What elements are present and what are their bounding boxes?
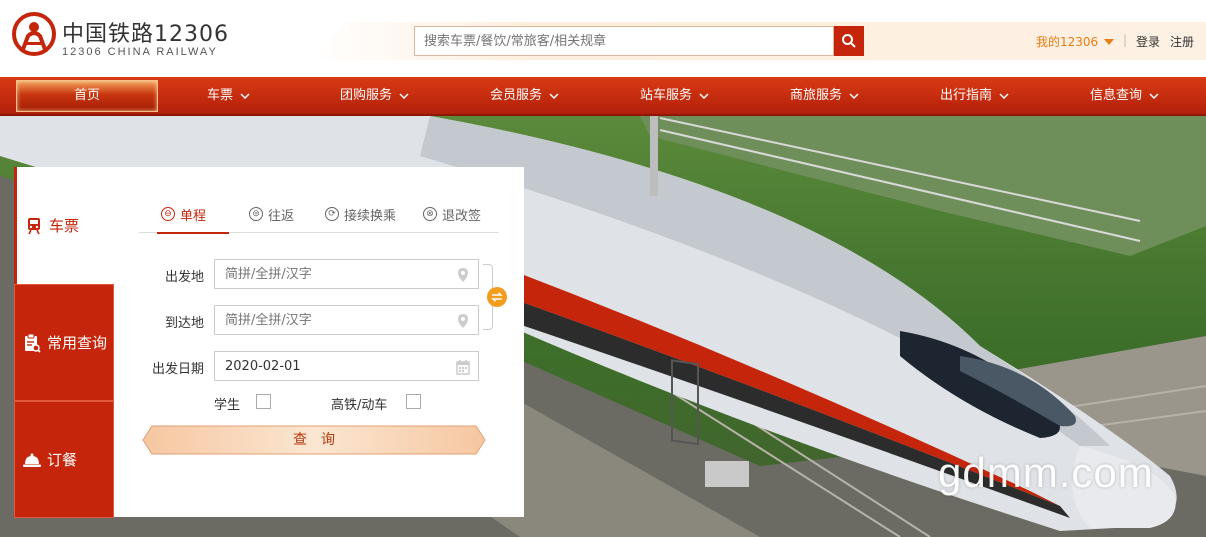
from-station-input[interactable] — [215, 260, 478, 288]
header-separator: | — [1123, 33, 1128, 47]
tab-refund-change[interactable]: ⊗ 退改签 — [423, 205, 481, 233]
student-checkbox[interactable] — [256, 394, 271, 409]
chevron-down-icon — [549, 92, 559, 99]
query-button-label: 查询 — [293, 432, 349, 448]
high-speed-checkbox[interactable] — [406, 394, 421, 409]
calendar-icon[interactable] — [456, 359, 470, 375]
search-button[interactable] — [834, 26, 864, 56]
nav-item-label: 会员服务 — [490, 88, 543, 103]
from-station-field[interactable] — [214, 259, 479, 289]
site-search-field[interactable] — [414, 26, 834, 56]
brand-subtitle: 12306 CHINA RAILWAY — [62, 46, 218, 58]
trip-tab-label: 单程 — [180, 209, 207, 224]
tab-one-way[interactable]: ⊖ 单程 — [157, 205, 229, 234]
chevron-down-icon — [240, 92, 250, 99]
my-account-menu[interactable]: 我的12306 — [1036, 33, 1115, 50]
from-station-label: 出发地 — [164, 270, 204, 285]
header: 中国铁路12306 12306 CHINA RAILWAY 我的12306 | … — [0, 0, 1206, 77]
tab-transfer[interactable]: ⟳ 接续换乘 — [325, 205, 396, 233]
railway-logo-icon[interactable] — [12, 12, 56, 56]
nav-item-label: 出行指南 — [940, 88, 993, 103]
ticket-booking-panel: ⊖ 单程 ⊜ 往返 ⟳ 接续换乘 ⊗ 退改签 出发地 到达地 — [114, 167, 524, 517]
food-cover-icon — [23, 453, 41, 467]
query-button[interactable]: 查询 — [142, 425, 486, 455]
location-pin-icon — [458, 268, 468, 282]
high-speed-label: 高铁/动车 — [331, 398, 388, 413]
cancel-circle-icon: ⊗ — [423, 207, 437, 221]
depart-date-field[interactable] — [214, 351, 479, 381]
nav-item-tickets[interactable]: 车票 — [207, 77, 250, 114]
chevron-down-icon — [999, 92, 1009, 99]
nav-item-label: 商旅服务 — [790, 88, 843, 103]
side-tab-tickets[interactable]: 车票 — [14, 167, 116, 284]
login-link[interactable]: 登录 — [1136, 33, 1160, 50]
nav-item-station-service[interactable]: 站车服务 — [640, 77, 709, 114]
register-link[interactable]: 注册 — [1170, 33, 1194, 50]
side-tab-label: 常用查询 — [47, 334, 108, 352]
tab-round-trip[interactable]: ⊜ 往返 — [249, 205, 294, 233]
depart-date-label: 出发日期 — [151, 362, 204, 377]
swap-arrows-icon — [491, 292, 503, 302]
nav-item-label: 首页 — [73, 88, 100, 103]
nav-item-info-query[interactable]: 信息查询 — [1090, 77, 1159, 114]
chevron-down-icon — [1149, 92, 1159, 99]
to-station-field[interactable] — [214, 305, 479, 335]
to-station-label: 到达地 — [164, 316, 204, 331]
clipboard-search-icon — [25, 333, 41, 353]
minus-circle-icon: ⊖ — [161, 207, 175, 221]
nav-item-business-travel[interactable]: 商旅服务 — [790, 77, 859, 114]
depart-date-input[interactable] — [215, 352, 478, 380]
side-tab-common-query[interactable]: 常用查询 — [14, 284, 114, 401]
caret-down-icon — [1104, 38, 1115, 45]
side-tab-meal-order[interactable]: 订餐 — [14, 401, 114, 518]
location-pin-icon — [458, 314, 468, 328]
nav-item-label: 车票 — [207, 88, 234, 103]
trip-type-tabs: ⊖ 单程 ⊜ 往返 ⟳ 接续换乘 ⊗ 退改签 — [139, 205, 499, 234]
booking-side-tabs: 车票 常用查询 订餐 — [14, 167, 116, 518]
site-search-input[interactable] — [415, 27, 833, 55]
nav-item-label: 站车服务 — [640, 88, 693, 103]
side-tab-label: 车票 — [49, 217, 80, 235]
equal-circle-icon: ⊜ — [249, 207, 263, 221]
trip-tab-label: 往返 — [268, 209, 295, 224]
nav-item-home[interactable]: 首页 — [16, 80, 158, 112]
refresh-circle-icon: ⟳ — [325, 207, 339, 221]
my-account-label: 我的12306 — [1036, 35, 1099, 49]
brand-name: 中国铁路12306 — [62, 22, 229, 47]
train-icon — [28, 217, 40, 234]
search-icon — [842, 34, 856, 48]
nav-item-group-purchase[interactable]: 团购服务 — [340, 77, 409, 114]
chevron-down-icon — [699, 92, 709, 99]
nav-item-travel-guide[interactable]: 出行指南 — [940, 77, 1009, 114]
chevron-down-icon — [849, 92, 859, 99]
trip-tab-label: 接续换乘 — [344, 209, 397, 224]
to-station-input[interactable] — [215, 306, 478, 334]
chevron-down-icon — [399, 92, 409, 99]
nav-item-label: 信息查询 — [1090, 88, 1143, 103]
nav-item-member[interactable]: 会员服务 — [490, 77, 559, 114]
student-label: 学生 — [214, 398, 241, 413]
main-nav: 首页 车票 团购服务 会员服务 站车服务 商旅服务 出行指南 信息查询 — [0, 77, 1206, 116]
side-tab-label: 订餐 — [47, 451, 78, 469]
nav-item-label: 团购服务 — [340, 88, 393, 103]
watermark-text: gdmm.com — [938, 449, 1154, 496]
swap-stations-button[interactable] — [487, 287, 507, 307]
trip-tab-label: 退改签 — [442, 209, 482, 224]
